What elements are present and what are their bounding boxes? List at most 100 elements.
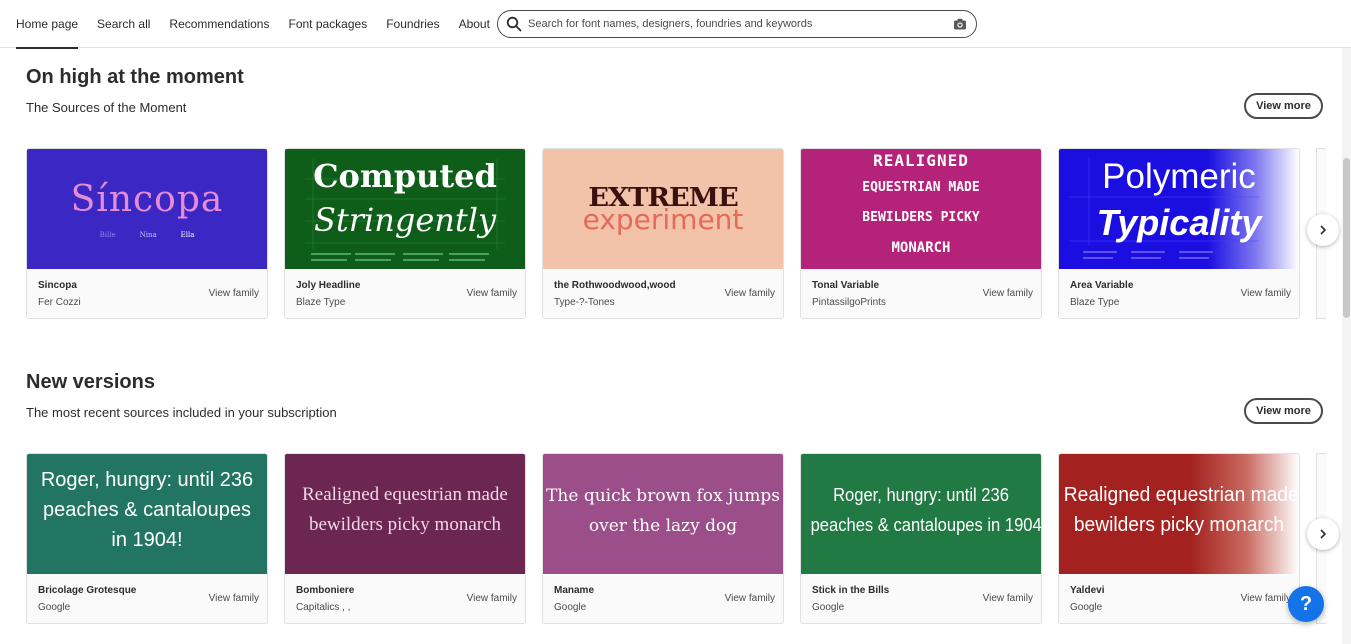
card-meta: Joly Headline Blaze Type View family <box>285 269 525 318</box>
font-preview: Polymeric Typicality <box>1059 149 1299 269</box>
font-card-rothwood[interactable]: EXTREME experiment the Rothwoodwood,wood… <box>542 148 784 319</box>
nav-search-all[interactable]: Search all <box>97 0 150 48</box>
main-nav: Home page Search all Recommendations Fon… <box>16 0 509 49</box>
preview-text: Ella <box>180 231 195 239</box>
font-card-sincopa[interactable]: Síncopa Bille Nina Ella Sincopa Fer Cozz… <box>26 148 268 319</box>
family-name: Yaldevi <box>1070 585 1105 596</box>
font-card-area-variable[interactable]: Polymeric Typicality Area Variable Blaze… <box>1058 148 1300 319</box>
preview-text: in 1904! <box>111 529 183 551</box>
nav-about[interactable]: About <box>459 0 490 48</box>
preview-text: Typicality <box>1096 202 1262 243</box>
font-card-tonal-variable[interactable]: REALIGNED EQUESTRIAN MADE BEWILDERS PICK… <box>800 148 1042 319</box>
preview-text: Roger, hungry: until 236 <box>833 485 1009 505</box>
view-family-link[interactable]: View family <box>209 288 259 299</box>
scrollbar-thumb[interactable] <box>1343 158 1350 318</box>
foundry-name: Google <box>554 602 587 613</box>
camera-icon[interactable] <box>953 17 967 31</box>
search-bar <box>497 10 977 38</box>
view-family-link[interactable]: View family <box>983 288 1033 299</box>
search-icon[interactable] <box>506 16 522 32</box>
nav-recommendations[interactable]: Recommendations <box>169 0 269 48</box>
font-preview: The quick brown fox jumps over the lazy … <box>543 454 783 574</box>
section-title: On high at the moment <box>26 66 244 88</box>
family-name: Bricolage Grotesque <box>38 585 137 596</box>
nav-font-packages[interactable]: Font packages <box>288 0 367 48</box>
font-card-yaldevi[interactable]: Realigned equestrian made bewilders pick… <box>1058 453 1300 624</box>
card-meta: the Rothwoodwood,wood Type-?-Tones View … <box>543 269 783 318</box>
font-preview: Realigned equestrian made bewilders pick… <box>285 454 525 574</box>
view-family-link[interactable]: View family <box>1241 593 1291 604</box>
view-family-link[interactable]: View family <box>1241 288 1291 299</box>
view-family-link[interactable]: View family <box>725 288 775 299</box>
preview-text: Realigned equestrian made <box>302 484 508 505</box>
font-preview: EXTREME experiment <box>543 149 783 269</box>
preview-text: peaches & cantaloupes in 1904! <box>810 515 1041 535</box>
view-family-link[interactable]: View family <box>467 593 517 604</box>
foundry-name: Google <box>1070 602 1103 613</box>
search-input[interactable] <box>528 18 953 30</box>
top-navigation-bar: Home page Search all Recommendations Fon… <box>0 0 1351 49</box>
preview-text: Realigned equestrian made <box>1063 484 1299 506</box>
nav-foundries[interactable]: Foundries <box>386 0 439 48</box>
family-name: Sincopa <box>38 280 77 291</box>
family-name: the Rothwoodwood,wood <box>554 280 676 291</box>
font-card-joly-headline[interactable]: Computed Stringently Joly Headline Blaze… <box>284 148 526 319</box>
foundry-name: PintassilgoPrints <box>812 297 886 308</box>
preview-names: Bille Nina Ella <box>27 231 267 239</box>
foundry-name: Blaze Type <box>1070 297 1120 308</box>
family-name: Stick in the Bills <box>812 585 890 596</box>
section-trending: On high at the moment The Sources of the… <box>26 66 1326 326</box>
preview-text: REALIGNED <box>873 151 969 170</box>
preview-text: Bille <box>99 231 116 239</box>
preview-text: bewilders picky monarch <box>308 514 502 535</box>
view-family-link[interactable]: View family <box>983 593 1033 604</box>
nav-home-page[interactable]: Home page <box>16 0 79 49</box>
card-meta: Area Variable Blaze Type View family <box>1059 269 1299 318</box>
preview-text: BEWILDERS PICKY <box>862 210 980 225</box>
font-card-maname[interactable]: The quick brown fox jumps over the lazy … <box>542 453 784 624</box>
font-preview: REALIGNED EQUESTRIAN MADE BEWILDERS PICK… <box>801 149 1041 269</box>
section-new-versions: New versions The most recent sources inc… <box>26 371 1326 631</box>
preview-text: experiment <box>582 203 744 236</box>
foundry-name: Blaze Type <box>296 297 346 308</box>
foundry-name: Fer Cozzi <box>38 297 81 308</box>
preview-text: Roger, hungry: until 236 <box>40 469 254 491</box>
family-name: Maname <box>554 585 595 596</box>
font-preview: Roger, hungry: until 236 peaches & canta… <box>27 454 267 574</box>
view-family-link[interactable]: View family <box>209 593 259 604</box>
view-family-link[interactable]: View family <box>725 593 775 604</box>
view-more-button[interactable]: View more <box>1244 398 1323 424</box>
help-button[interactable]: ? <box>1288 586 1324 622</box>
card-meta: Yaldevi Google View family <box>1059 574 1299 623</box>
foundry-name: Type-?-Tones <box>554 297 615 308</box>
font-card-bomboniere[interactable]: Realigned equestrian made bewilders pick… <box>284 453 526 624</box>
preview-text: Nina <box>139 231 157 239</box>
font-preview: Realigned equestrian made bewilders pick… <box>1059 454 1299 574</box>
carousel-next-button[interactable] <box>1307 214 1339 246</box>
page-scrollbar[interactable] <box>1342 48 1351 644</box>
section-subtitle: The most recent sources included in your… <box>26 405 337 420</box>
card-meta: Stick in the Bills Google View family <box>801 574 1041 623</box>
card-meta: Bricolage Grotesque Google View family <box>27 574 267 623</box>
card-meta: Bomboniere Capitalics , , View family <box>285 574 525 623</box>
preview-text: Stringently <box>313 201 497 239</box>
carousel-next-button[interactable] <box>1307 518 1339 550</box>
font-card-bricolage-grotesque[interactable]: Roger, hungry: until 236 peaches & canta… <box>26 453 268 624</box>
foundry-name: Google <box>38 602 71 613</box>
family-name: Joly Headline <box>296 280 361 291</box>
font-preview: Síncopa Bille Nina Ella <box>27 149 267 269</box>
preview-text: Síncopa <box>70 179 224 220</box>
view-family-link[interactable]: View family <box>467 288 517 299</box>
preview-text: bewilders picky monarch <box>1073 514 1285 536</box>
font-card-stick-in-the-bills[interactable]: Roger, hungry: until 236 peaches & canta… <box>800 453 1042 624</box>
card-meta: Sincopa Fer Cozzi View family <box>27 269 267 318</box>
preview-text: over the lazy dog <box>588 516 738 536</box>
foundry-name: Google <box>812 602 845 613</box>
view-more-button[interactable]: View more <box>1244 93 1323 119</box>
family-name: Tonal Variable <box>812 280 880 291</box>
card-meta: Tonal Variable PintassilgoPrints View fa… <box>801 269 1041 318</box>
preview-text: Polymeric <box>1102 157 1256 196</box>
preview-text: Computed <box>313 157 497 195</box>
preview-text: The quick brown fox jumps <box>546 486 780 506</box>
chevron-right-icon <box>1320 529 1327 539</box>
